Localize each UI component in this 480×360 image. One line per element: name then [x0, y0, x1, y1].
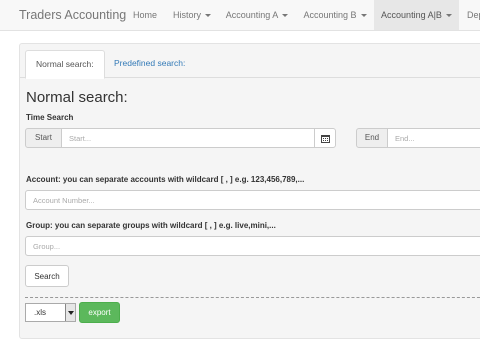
account-label: Account: you can separate accounts with … — [26, 175, 305, 184]
nav-accounting-ab-label: Accounting A|B — [381, 10, 442, 20]
account-number-input[interactable] — [25, 190, 480, 210]
brand-title[interactable]: Traders Accounting — [19, 8, 126, 22]
start-date-group: Start — [25, 128, 336, 148]
nav-accounting-b-label: Accounting B — [303, 10, 357, 20]
chevron-down-icon — [282, 14, 289, 18]
end-label: End — [356, 128, 388, 148]
export-button[interactable]: export — [79, 302, 120, 323]
nav-accounting-a-label: Accounting A — [225, 10, 279, 20]
calendar-button[interactable] — [314, 128, 336, 148]
nav-dep[interactable]: Dep — [467, 0, 480, 30]
format-select[interactable]: .xls — [25, 303, 76, 322]
time-search-label: Time Search — [26, 113, 74, 122]
top-navbar: Traders Accounting Home History Accounti… — [0, 0, 480, 31]
nav-history[interactable]: History — [166, 0, 218, 30]
nav-accounting-a[interactable]: Accounting A — [218, 0, 296, 30]
chevron-down-icon — [445, 14, 452, 18]
nav-dep-label: Dep — [467, 10, 480, 20]
divider — [25, 297, 480, 298]
end-date-group: End — [356, 128, 480, 148]
chevron-down-icon — [205, 14, 211, 18]
nav-accounting-b[interactable]: Accounting B — [296, 0, 374, 30]
start-label: Start — [25, 128, 62, 148]
nav-home-label: Home — [132, 10, 157, 20]
tab-normal-search[interactable]: Normal search: — [25, 50, 105, 79]
group-input[interactable] — [25, 236, 480, 256]
page-title: Normal search: — [26, 89, 128, 106]
chevron-down-icon[interactable] — [65, 304, 75, 321]
chevron-down-icon — [360, 14, 367, 18]
nav-history-label: History — [172, 10, 201, 20]
search-tabs: Normal search: Predefined search: — [20, 44, 480, 79]
nav-accounting-ab[interactable]: Accounting A|B — [374, 0, 459, 30]
start-date-input[interactable] — [62, 128, 314, 148]
end-date-input[interactable] — [388, 128, 480, 148]
nav-home[interactable]: Home — [124, 0, 166, 30]
format-select-value: .xls — [34, 308, 46, 317]
search-button[interactable]: Search — [25, 265, 69, 287]
group-label: Group: you can separate groups with wild… — [26, 221, 276, 230]
tab-predefined-search[interactable]: Predefined search: — [104, 50, 195, 78]
calendar-icon — [321, 135, 330, 143]
search-panel: Normal search: Predefined search: Normal… — [19, 43, 480, 339]
